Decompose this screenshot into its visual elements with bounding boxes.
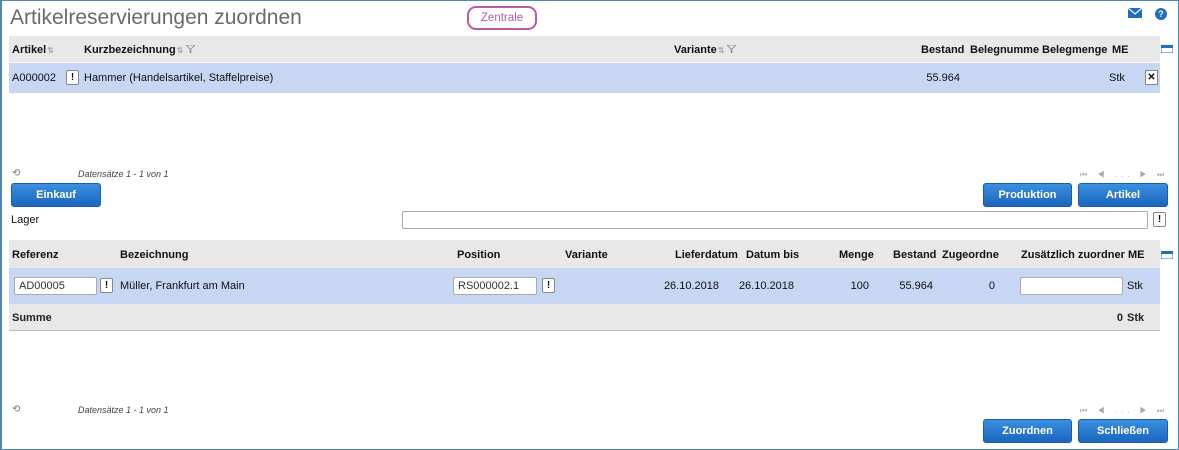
- col-bestand[interactable]: Bestand: [921, 44, 964, 56]
- sort-icon[interactable]: ⇅: [718, 46, 725, 55]
- filter-icon[interactable]: [725, 44, 736, 56]
- position-input[interactable]: RS000002.1: [453, 277, 537, 295]
- row-bestand: 55.964: [899, 280, 933, 292]
- article-grid-header: Artikel⇅ Kurzbezeichnung⇅ Variante⇅ Best…: [9, 36, 1160, 62]
- col-kurzbezeichnung[interactable]: Kurzbezeichnung⇅: [84, 44, 195, 56]
- row-menge: 100: [850, 280, 869, 292]
- zuordnen-button[interactable]: Zuordnen: [983, 419, 1072, 443]
- row-bestand: 55.964: [926, 72, 960, 84]
- col-datum-bis[interactable]: Datum bis: [746, 249, 799, 261]
- col-position[interactable]: Position: [457, 249, 500, 261]
- sum-me: Stk: [1127, 312, 1145, 324]
- row-me: Stk: [1109, 72, 1125, 84]
- col-variante[interactable]: Variante: [565, 249, 608, 261]
- referenz-input[interactable]: AD00005: [14, 277, 97, 295]
- records-info: Datensätze 1 - 1 von 1: [78, 169, 169, 179]
- col-belegmenge[interactable]: Belegmenge: [1042, 44, 1107, 56]
- row-me: Stk: [1127, 280, 1143, 292]
- col-belegnummer[interactable]: Belegnumme: [970, 44, 1040, 56]
- row-bezeichnung: Müller, Frankfurt am Main: [120, 280, 245, 292]
- col-variante[interactable]: Variante⇅: [674, 44, 736, 56]
- row-lieferdatum: 26.10.2018: [663, 280, 719, 292]
- row-zugeordnet: 0: [988, 280, 995, 292]
- col-zugeordnet[interactable]: Zugeordne: [942, 249, 1000, 261]
- remove-row-button[interactable]: ✕: [1145, 70, 1158, 85]
- col-zusaetzlich[interactable]: Zusätzlich zuordner: [1021, 249, 1125, 261]
- col-me[interactable]: ME: [1128, 249, 1145, 261]
- sum-label: Summe: [12, 312, 52, 324]
- refresh-icon[interactable]: ⟲: [12, 404, 20, 415]
- zusaetzlich-input[interactable]: [1020, 277, 1123, 295]
- company-badge[interactable]: Zentrale: [467, 6, 537, 30]
- sort-icon[interactable]: ⇅: [47, 46, 53, 55]
- refresh-icon[interactable]: ⟲: [12, 168, 20, 179]
- pager[interactable]: ⏮ ◀ ... ▶ ⏭: [1080, 170, 1168, 180]
- sum-value: 0: [1116, 312, 1123, 324]
- row-kurzbezeichnung: Hammer (Handelsartikel, Staffelpreise): [84, 72, 274, 84]
- records-info: Datensätze 1 - 1 von 1: [78, 405, 169, 415]
- artikel-button[interactable]: Artikel: [1078, 183, 1168, 207]
- sum-row: Summe 0 Stk: [9, 304, 1160, 331]
- position-info-button[interactable]: !: [542, 278, 555, 293]
- row-datum-bis: 26.10.2018: [738, 280, 794, 292]
- page-title: Artikelreservierungen zuordnen: [10, 6, 302, 29]
- col-bezeichnung[interactable]: Bezeichnung: [120, 249, 188, 261]
- col-artikel[interactable]: Artikel⇅: [12, 44, 53, 56]
- pager[interactable]: ⏮ ◀ ... ▶ ⏭: [1080, 406, 1168, 416]
- referenz-info-button[interactable]: !: [100, 278, 113, 293]
- help-icon[interactable]: ?: [1155, 8, 1167, 20]
- col-menge[interactable]: Menge: [839, 249, 874, 261]
- schliessen-button[interactable]: Schließen: [1078, 419, 1168, 443]
- sort-icon[interactable]: ⇅: [177, 46, 184, 55]
- mail-icon[interactable]: [1127, 7, 1143, 18]
- col-me[interactable]: ME: [1112, 44, 1129, 56]
- einkauf-button[interactable]: Einkauf: [11, 183, 101, 207]
- produktion-button[interactable]: Produktion: [983, 183, 1072, 207]
- col-bestand[interactable]: Bestand: [893, 249, 936, 261]
- table-row[interactable]: AD00005 ! Müller, Frankfurt am Main RS00…: [9, 268, 1160, 304]
- lager-input[interactable]: [402, 211, 1148, 229]
- col-referenz[interactable]: Referenz: [12, 249, 58, 261]
- col-lieferdatum[interactable]: Lieferdatum: [675, 249, 738, 261]
- filter-icon[interactable]: [184, 44, 195, 56]
- row-artikel: A000002: [12, 72, 57, 84]
- table-row[interactable]: A000002 ! Hammer (Handelsartikel, Staffe…: [9, 63, 1160, 93]
- article-info-button[interactable]: !: [66, 70, 79, 85]
- column-chooser-icon[interactable]: [1160, 250, 1174, 260]
- lager-info-button[interactable]: !: [1153, 212, 1166, 227]
- lager-label: Lager: [11, 214, 40, 226]
- reservation-grid-header: Referenz Bezeichnung Position Variante L…: [9, 240, 1160, 268]
- column-chooser-icon[interactable]: [1160, 44, 1174, 54]
